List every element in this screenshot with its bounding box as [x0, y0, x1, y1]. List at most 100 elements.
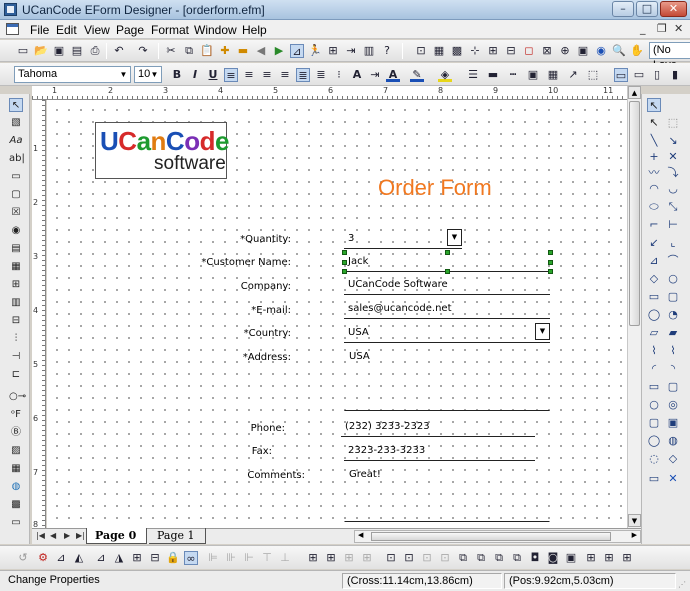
tab-page-1[interactable]: Page 1	[149, 528, 206, 544]
order-icon[interactable]: ◘	[528, 551, 542, 565]
cross-icon[interactable]: +	[647, 150, 661, 164]
phone-field[interactable]: (232) 3233-2323	[341, 417, 535, 437]
arc-icon[interactable]: ◝	[666, 362, 680, 376]
rotate-icon[interactable]: ↺	[16, 551, 30, 565]
link-icon[interactable]: ∞	[184, 551, 198, 565]
phone-label[interactable]: Phone:	[155, 423, 285, 434]
scroll-left-icon[interactable]: ◀	[358, 531, 363, 539]
arc-icon[interactable]: ◠	[647, 182, 661, 196]
curve-icon[interactable]: 〰	[647, 166, 661, 180]
cross-icon[interactable]: ✕	[666, 472, 680, 486]
rectangle-icon[interactable]: ▢	[647, 416, 661, 430]
chevron-down-icon[interactable]: ▼	[447, 229, 462, 246]
arc-icon[interactable]: ◡	[666, 182, 680, 196]
selection-handle[interactable]	[342, 250, 347, 255]
same-width-icon[interactable]: ⊞	[324, 551, 338, 565]
quantity-label[interactable]: *Quantity:	[161, 234, 291, 245]
address-field[interactable]: USA	[344, 346, 550, 411]
print-icon[interactable]: ⎙	[88, 44, 102, 58]
arrow-style-icon[interactable]: ↗	[566, 68, 580, 82]
button-icon[interactable]: Ⓑ	[9, 426, 23, 440]
next-page-icon[interactable]: ▶	[64, 531, 70, 540]
snap-icon[interactable]: ⊠	[540, 44, 554, 58]
rectangle-icon[interactable]: ▢	[666, 290, 680, 304]
arrow-icon[interactable]: ↙	[647, 236, 661, 250]
close-button[interactable]: ✕	[660, 1, 687, 17]
scroll-down-icon[interactable]: ▼	[628, 514, 641, 527]
grid-icon[interactable]: ▦	[432, 44, 446, 58]
country-field[interactable]: USA ▼	[344, 323, 550, 343]
rectangle-icon[interactable]: ▱	[647, 326, 661, 340]
menu-window[interactable]: Window	[194, 23, 237, 37]
layout-mode-icon[interactable]: ▮	[668, 68, 682, 82]
label-icon[interactable]: ab|	[9, 152, 25, 166]
valign-bottom-icon[interactable]: ≣	[296, 68, 310, 82]
menu-view[interactable]: View	[84, 23, 110, 37]
grid-icon[interactable]: ⊞	[9, 278, 23, 292]
layer-select[interactable]: (No Laye	[649, 42, 690, 71]
valign-middle-icon[interactable]: ≣	[314, 68, 328, 82]
snap-icon[interactable]: ◉	[594, 44, 608, 58]
layout-mode-icon[interactable]: ▭	[632, 68, 646, 82]
ungroup-icon[interactable]: ⊟	[148, 551, 162, 565]
date-icon[interactable]: ▥	[9, 296, 23, 310]
image-icon[interactable]: ▧	[9, 116, 23, 130]
rotate-icon[interactable]: ↖	[647, 116, 661, 130]
underline-icon[interactable]: U	[206, 68, 220, 82]
menu-help[interactable]: Help	[242, 23, 267, 37]
center-icon[interactable]: ⊡	[420, 551, 434, 565]
order-icon[interactable]: ▣	[564, 551, 578, 565]
dash-style-icon[interactable]: ┅	[506, 68, 520, 82]
tab-page-0[interactable]: Page 0	[86, 528, 148, 544]
snap-icon[interactable]: ◻	[522, 44, 536, 58]
forward-icon[interactable]: ⧉	[492, 551, 506, 565]
first-page-icon[interactable]: |◀	[36, 531, 45, 540]
back-icon[interactable]: ◀	[254, 44, 268, 58]
align-middle-icon[interactable]: ⊥	[278, 551, 292, 565]
polygon-icon[interactable]: ⌐	[647, 218, 661, 232]
rotate-icon[interactable]: ⬚	[666, 116, 680, 130]
curve-icon[interactable]: ⌇	[666, 344, 680, 358]
design-canvas[interactable]: UCanCode software Order Form *Quantity: …	[47, 100, 627, 528]
paste-icon[interactable]: 📋	[200, 44, 214, 58]
fill-color-icon[interactable]: ◈	[438, 68, 452, 82]
menu-file[interactable]: File	[30, 23, 49, 37]
selection-handle[interactable]	[548, 260, 553, 265]
scroll-thumb[interactable]	[371, 532, 611, 541]
align-right-icon[interactable]: ⊩	[242, 551, 256, 565]
selection-handle[interactable]	[445, 269, 450, 274]
snap-icon[interactable]: ⊕	[558, 44, 572, 58]
ellipse-icon[interactable]: ◍	[666, 434, 680, 448]
undo-icon[interactable]: ↶	[112, 44, 126, 58]
rectangle-icon[interactable]: ▭	[647, 472, 661, 486]
selection-handle[interactable]	[445, 250, 450, 255]
line-style-icon[interactable]: ▬	[486, 68, 500, 82]
flip-icon[interactable]: ⚙	[36, 551, 50, 565]
company-label[interactable]: Company:	[161, 281, 291, 292]
script-icon[interactable]: ⇥	[344, 44, 358, 58]
font-color-icon[interactable]: A	[386, 68, 400, 82]
same-height-icon[interactable]: ⊞	[342, 551, 356, 565]
bold-icon[interactable]: B	[170, 68, 184, 82]
mdi-minimize-button[interactable]: _	[640, 22, 646, 35]
tab-icon[interactable]: ⊟	[9, 314, 23, 328]
fax-label[interactable]: Fax:	[142, 446, 272, 457]
ellipse-icon[interactable]: ◯	[647, 434, 661, 448]
arrow-icon[interactable]: ⤡	[666, 200, 680, 214]
properties-icon[interactable]: ⊞	[326, 44, 340, 58]
star-icon[interactable]: ◇	[647, 272, 661, 286]
center-icon[interactable]: ⊡	[438, 551, 452, 565]
rectangle-icon[interactable]: ▭	[647, 290, 661, 304]
company-field[interactable]: UCanCode Software	[344, 275, 550, 295]
indent-icon[interactable]: ⇥	[368, 68, 382, 82]
polygon-icon[interactable]: ⊿	[647, 254, 661, 268]
send-back-icon[interactable]: ⧉	[474, 551, 488, 565]
flip-icon[interactable]: ⊿	[54, 551, 68, 565]
field-icon[interactable]: ᵒF	[9, 408, 23, 422]
horizontal-scrollbar[interactable]: ◀ ▶	[354, 530, 641, 543]
picture-icon[interactable]: ▩	[9, 498, 23, 512]
align-center-icon[interactable]: ⊪	[224, 551, 238, 565]
flip-icon[interactable]: ◭	[72, 551, 86, 565]
text-size-icon[interactable]: A	[350, 68, 364, 82]
layout-mode-icon[interactable]: ▯	[650, 68, 664, 82]
